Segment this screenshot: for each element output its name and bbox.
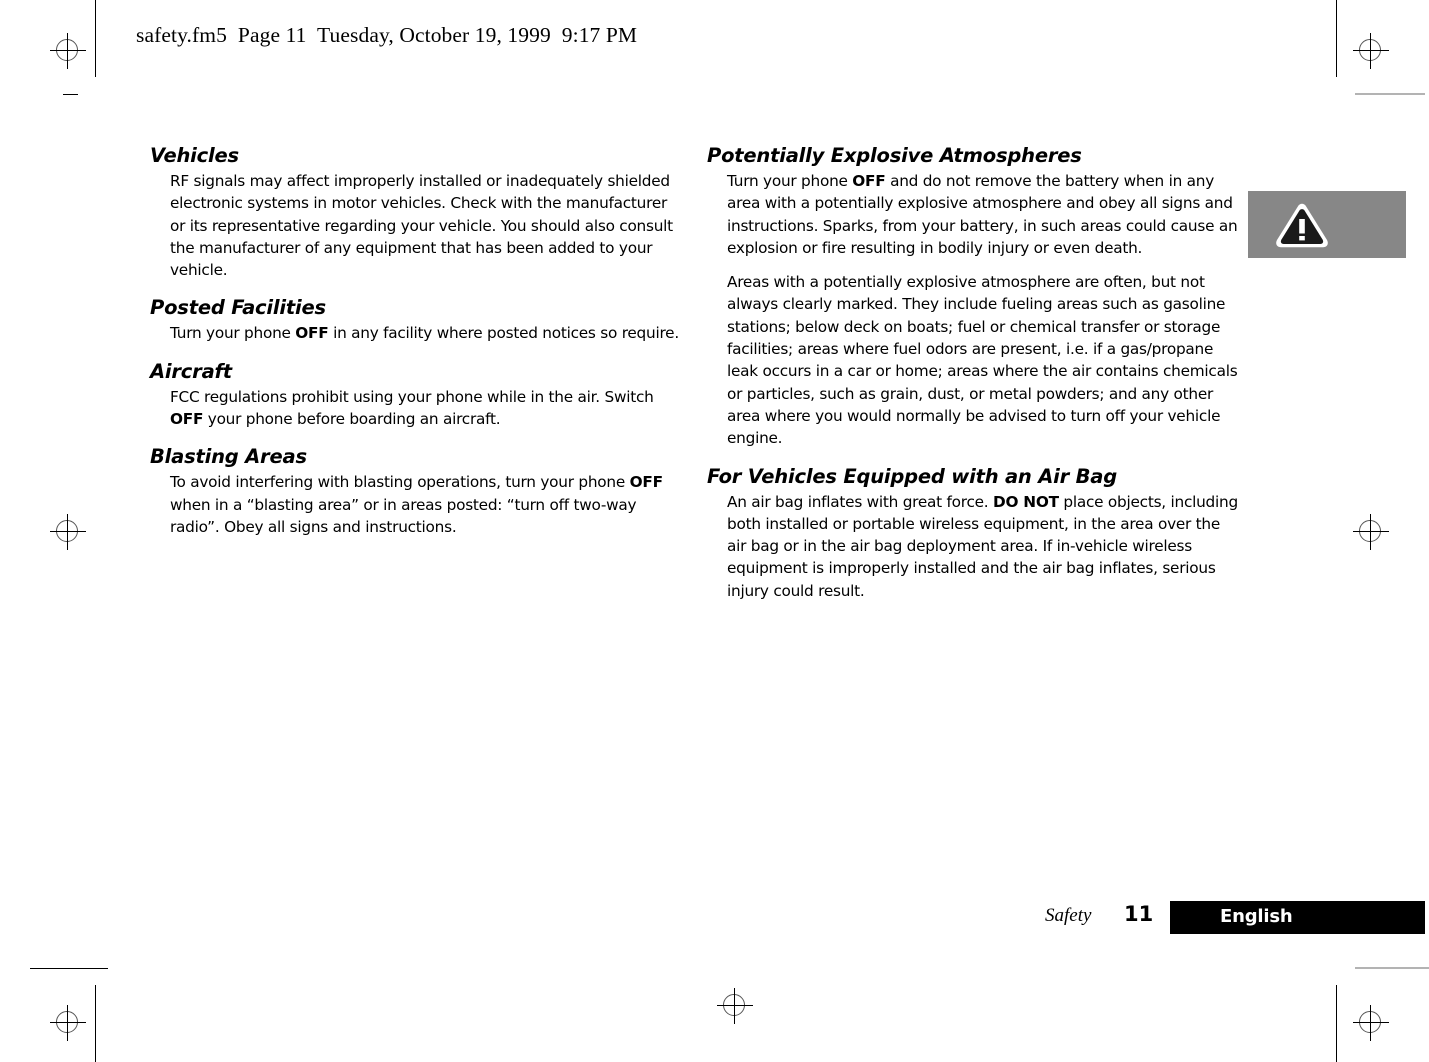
text-fragment: when in a “blasting area” or in areas po… xyxy=(170,495,637,536)
heading-posted-facilities: Posted Facilities xyxy=(150,296,326,320)
heading-aircraft: Aircraft xyxy=(150,359,232,383)
paragraph-blasting-areas: To avoid interfering with blasting opera… xyxy=(150,471,680,538)
heading-vehicles: Vehicles xyxy=(150,144,239,167)
emphasis-off: OFF xyxy=(170,410,204,429)
footer-page-number: 11 xyxy=(1124,902,1154,926)
right-column: Potentially Explosive Atmospheres Turn y… xyxy=(707,143,1242,616)
paragraph-vehicles: RF signals may affect improperly install… xyxy=(150,170,680,281)
paragraph-vehicles-text: RF signals may affect improperly install… xyxy=(170,172,673,280)
warning-triangle-icon xyxy=(1276,203,1328,248)
warning-callout-box xyxy=(1248,191,1406,258)
text-fragment: in any facility where posted notices so … xyxy=(328,324,679,343)
paragraph-posted-facilities: Turn your phone OFF in any facility wher… xyxy=(150,322,680,344)
paragraph-explosive-1: Turn your phone OFF and do not remove th… xyxy=(707,170,1242,259)
text-fragment: your phone before boarding an aircraft. xyxy=(203,410,501,429)
emphasis-do-not: DO NOT xyxy=(993,492,1059,511)
heading-blasting-areas: Blasting Areas xyxy=(150,445,307,469)
document-page: Vehicles RF signals may affect improperl… xyxy=(0,0,1429,1062)
text-fragment: FCC regulations prohibit using your phon… xyxy=(170,387,654,406)
paragraph-air-bag: An air bag inflates with great force. DO… xyxy=(707,491,1242,602)
emphasis-off: OFF xyxy=(629,473,663,492)
emphasis-off: OFF xyxy=(852,172,886,190)
text-fragment: An air bag inflates with great force. xyxy=(727,492,994,511)
heading-air-bag: For Vehicles Equipped with an Air Bag xyxy=(707,464,1117,488)
footer-language-bar: English xyxy=(1170,901,1425,934)
text-fragment: Turn your phone xyxy=(727,172,853,190)
footer-language-label: English xyxy=(1220,906,1293,927)
left-column: Vehicles RF signals may affect improperl… xyxy=(150,143,680,552)
emphasis-off: OFF xyxy=(295,324,329,343)
text-fragment: To avoid interfering with blasting opera… xyxy=(170,473,630,492)
footer-chapter-label: Safety xyxy=(1045,905,1092,926)
heading-potentially-explosive-atmospheres: Potentially Explosive Atmospheres xyxy=(707,144,1082,167)
text-fragment: Turn your phone xyxy=(170,324,296,343)
paragraph-aircraft: FCC regulations prohibit using your phon… xyxy=(150,386,680,431)
paragraph-explosive-2: Areas with a potentially explosive atmos… xyxy=(727,273,1238,448)
